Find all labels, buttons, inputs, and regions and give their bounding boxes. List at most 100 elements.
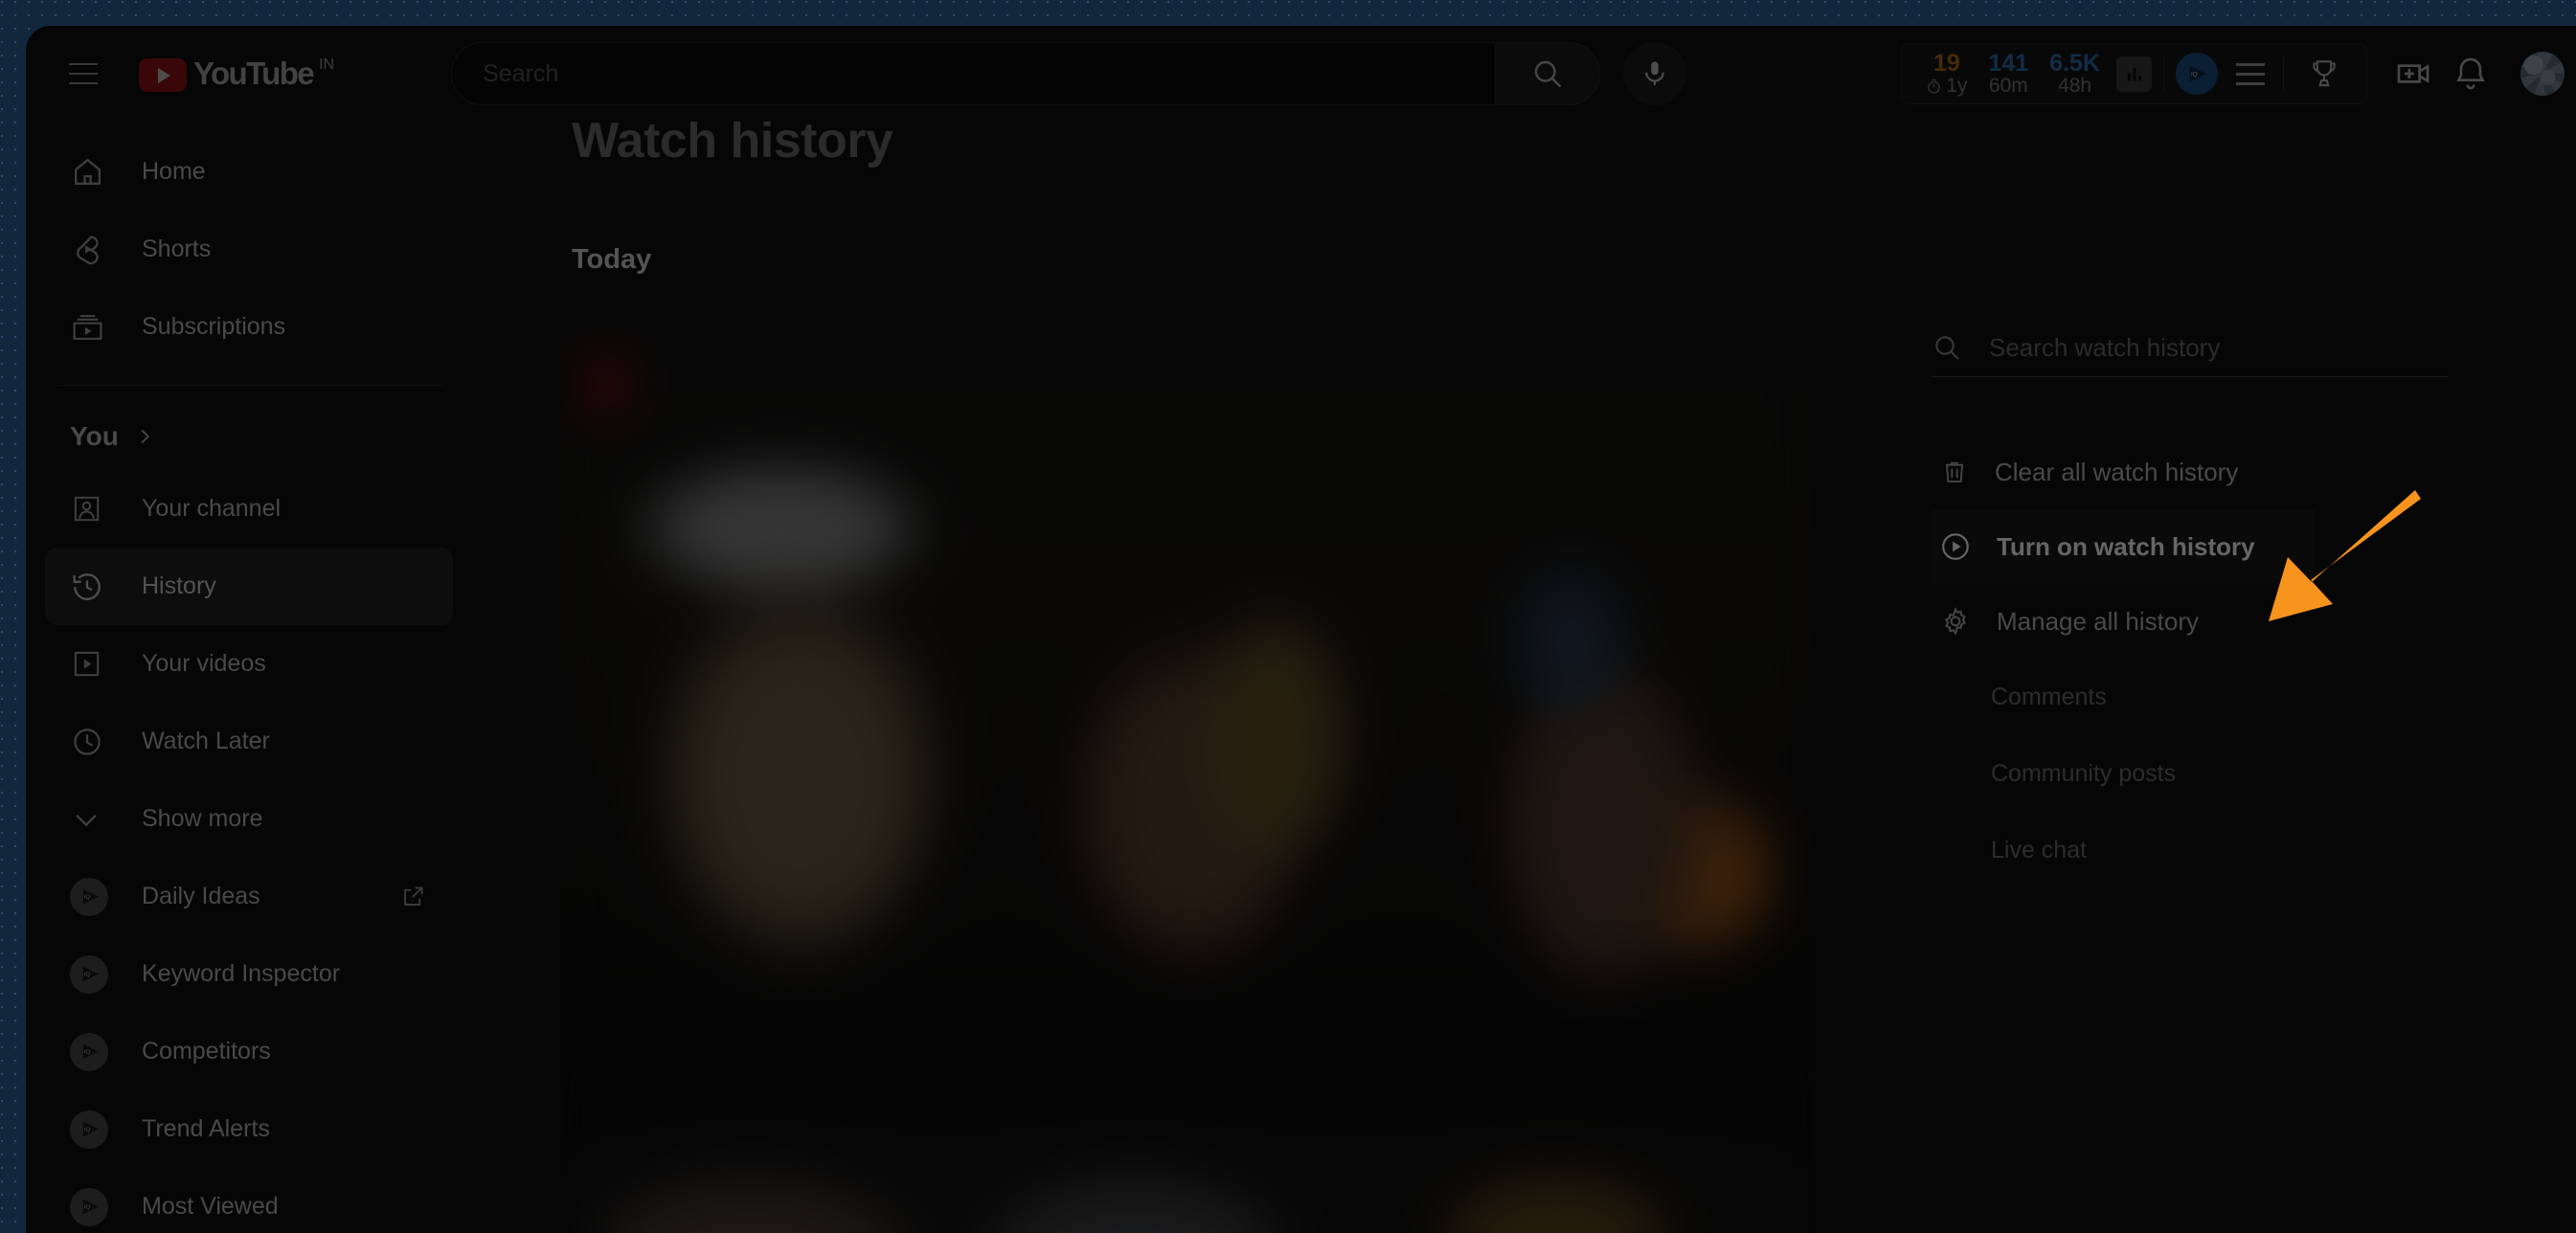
history-sidebar: Search watch history Clear all watch his… — [1932, 122, 2506, 888]
search-icon — [1935, 336, 1959, 360]
vidiq-menu-icon[interactable] — [2229, 53, 2271, 95]
vidiq-glyph: IQ — [82, 966, 98, 982]
sidebar-item-show-more[interactable]: Show more — [45, 780, 453, 858]
vidiq-glyph: IQ — [82, 888, 98, 905]
search-watch-history-placeholder: Search watch history — [1989, 333, 2221, 362]
sidebar-item-history[interactable]: History — [45, 548, 453, 625]
notifications-button[interactable] — [2442, 45, 2499, 102]
avatar[interactable] — [2520, 52, 2565, 96]
sidebar-item-keyword-inspector[interactable]: IQ Keyword Inspector — [45, 935, 453, 1013]
sidebar-item-your-videos[interactable]: Your videos — [45, 625, 453, 703]
rail-action-label: Manage all history — [1997, 606, 2199, 636]
history-clock-icon — [70, 570, 111, 604]
sidebar-section-label: You — [70, 421, 119, 451]
stat-item[interactable]: 141 60m — [1977, 51, 2039, 97]
trash-icon — [1945, 461, 1964, 482]
rail-link-comments[interactable]: Comments — [1932, 659, 2315, 735]
svg-text:IQ: IQ — [83, 1128, 90, 1133]
hamburger-menu-icon[interactable] — [51, 41, 116, 106]
youtube-logo[interactable]: YouTube IN — [139, 55, 334, 93]
sidebar-item-label: Daily Ideas — [142, 883, 260, 909]
sidebar-item-home[interactable]: Home — [45, 133, 453, 211]
vidiq-stats-widget: 19 1y 141 60m 6.5K 48h IQ — [1901, 43, 2367, 104]
browser-frame: YouTube IN Search 19 1y 141 60m 6.5K 48h… — [0, 0, 2576, 1233]
sidebar-item-competitors[interactable]: IQ Competitors — [45, 1013, 453, 1090]
section-heading-today: Today — [572, 244, 652, 275]
svg-text:IQ: IQ — [83, 895, 90, 901]
stat-item[interactable]: 6.5K 48h — [2039, 51, 2111, 97]
vidiq-logo-icon: IQ — [70, 1110, 111, 1149]
stat-value: 19 — [1932, 49, 1960, 77]
svg-text:IQ: IQ — [83, 1050, 90, 1056]
video-thumbnail[interactable] — [560, 327, 1815, 1017]
bell-icon — [2456, 57, 2485, 90]
search-input[interactable]: Search — [451, 42, 1496, 105]
masthead-search-area: Search — [451, 42, 1687, 105]
masthead-left: YouTube IN — [26, 41, 334, 106]
sidebar-item-your-channel[interactable]: Your channel — [45, 470, 453, 548]
turn-on-watch-history-button[interactable]: Turn on watch history — [1932, 509, 2315, 584]
sidebar-section-you[interactable]: You — [26, 403, 472, 470]
stat-item[interactable]: 19 1y — [1915, 51, 1977, 97]
vidiq-logo-icon: IQ — [70, 1032, 111, 1071]
video-thumbnail[interactable] — [599, 1055, 1776, 1233]
sidebar-item-shorts[interactable]: Shorts — [45, 211, 453, 288]
vidiq-logo-icon: IQ — [70, 877, 111, 916]
vidiq-glyph: IQ — [2189, 65, 2206, 82]
sidebar-item-label: Most Viewed — [142, 1193, 279, 1220]
youtube-page: YouTube IN Search 19 1y 141 60m 6.5K 48h… — [26, 26, 2576, 1233]
sidebar-item-trend-alerts[interactable]: IQ Trend Alerts — [45, 1090, 453, 1168]
vidiq-logo-icon[interactable]: IQ — [2176, 53, 2218, 95]
rail-link-community-posts[interactable]: Community posts — [1932, 735, 2315, 812]
rail-link-label: Community posts — [1991, 759, 2177, 787]
chevron-right-icon — [141, 429, 149, 444]
rail-action-label: Clear all watch history — [1995, 457, 2239, 486]
sidebar-divider — [57, 385, 443, 386]
sidebar-item-watch-later[interactable]: Watch Later — [45, 703, 453, 780]
stat-value: 141 — [1988, 49, 2029, 77]
vidiq-glyph: IQ — [82, 1121, 98, 1137]
stat-label: 60m — [1988, 75, 2028, 98]
svg-text:IQ: IQ — [83, 1205, 90, 1211]
sidebar-item-label: History — [142, 572, 216, 599]
search-box: Search — [451, 42, 1601, 105]
stat-label-text: 1y — [1946, 75, 1968, 98]
bar-chart-icon[interactable] — [2116, 56, 2152, 92]
external-link-icon[interactable] — [400, 884, 426, 909]
masthead-right: 19 1y 141 60m 6.5K 48h IQ — [1901, 43, 2576, 104]
sidebar-item-label: Competitors — [142, 1038, 271, 1065]
sidebar-item-label: Keyword Inspector — [142, 960, 341, 987]
manage-all-history-button[interactable]: Manage all history — [1932, 584, 2315, 659]
vidiq-logo-icon: IQ — [70, 1187, 111, 1226]
clock-icon — [70, 725, 111, 759]
gear-icon — [1945, 607, 1966, 636]
clear-all-watch-history-button[interactable]: Clear all watch history — [1932, 435, 2315, 509]
rail-link-label: Comments — [1991, 683, 2107, 710]
shorts-icon — [70, 232, 111, 267]
search-button[interactable] — [1495, 42, 1601, 105]
sidebar-item-daily-ideas[interactable]: IQ Daily Ideas — [45, 858, 453, 935]
subscriptions-icon — [70, 309, 111, 345]
play-circle-icon — [1942, 533, 1969, 560]
vidiq-logo-icon: IQ — [70, 954, 111, 994]
bar-chart-glyph — [2127, 67, 2141, 81]
timer-icon — [1928, 78, 1941, 94]
sidebar-item-most-viewed[interactable]: IQ Most Viewed — [45, 1168, 453, 1233]
sidebar-item-label: Your channel — [142, 495, 282, 522]
sidebar: Home Shorts Subscriptions You Your chann… — [26, 122, 472, 1233]
create-video-icon[interactable] — [2384, 45, 2442, 102]
rail-link-label: Live chat — [1991, 836, 2088, 863]
voice-search-button[interactable] — [1623, 42, 1687, 105]
svg-text:IQ: IQ — [83, 973, 90, 978]
rail-link-live-chat[interactable]: Live chat — [1932, 812, 2315, 888]
sidebar-item-subscriptions[interactable]: Subscriptions — [45, 288, 453, 366]
stat-value: 6.5K — [2049, 49, 2100, 77]
masthead: YouTube IN Search 19 1y 141 60m 6.5K 48h… — [26, 26, 2576, 122]
vidiq-glyph: IQ — [82, 1199, 98, 1215]
sidebar-item-label: Show more — [142, 805, 263, 832]
trophy-icon[interactable] — [2295, 45, 2353, 102]
person-box-icon — [70, 492, 111, 526]
svg-text:IQ: IQ — [2191, 71, 2198, 78]
search-watch-history-input[interactable]: Search watch history — [1932, 332, 2449, 377]
sidebar-item-label: Your videos — [142, 650, 266, 677]
